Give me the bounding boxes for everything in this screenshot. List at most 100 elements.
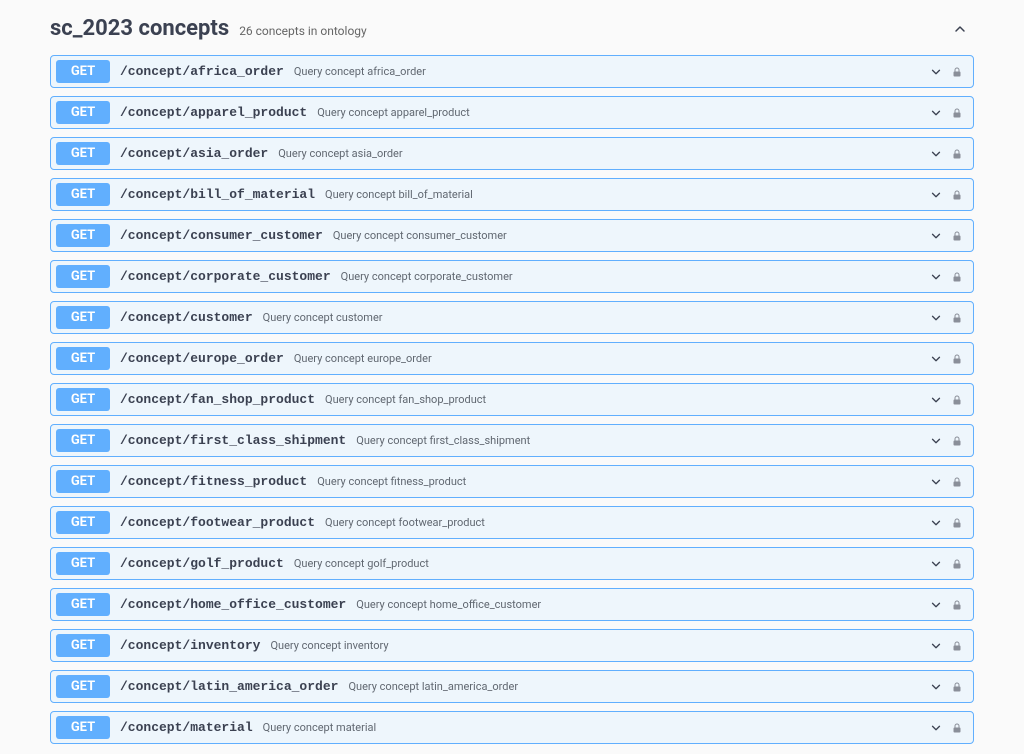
endpoint-path: /concept/bill_of_material — [120, 187, 315, 202]
method-badge: GET — [56, 183, 110, 206]
chevron-down-icon[interactable] — [929, 639, 943, 653]
endpoint-description: Query concept consumer_customer — [333, 229, 507, 242]
method-badge: GET — [56, 634, 110, 657]
chevron-down-icon[interactable] — [929, 352, 943, 366]
endpoint-row[interactable]: GET/concept/footwear_product Query concep… — [50, 506, 974, 539]
chevron-down-icon[interactable] — [929, 434, 943, 448]
endpoint-row[interactable]: GET/concept/home_office_customer Query co… — [50, 588, 974, 621]
endpoint-description: Query concept africa_order — [294, 65, 426, 78]
chevron-down-icon[interactable] — [929, 516, 943, 530]
endpoint-row[interactable]: GET/concept/consumer_customer Query conce… — [50, 219, 974, 252]
endpoint-path: /concept/golf_product — [120, 556, 284, 571]
section-title: sc_2023 concepts — [50, 16, 229, 41]
chevron-down-icon[interactable] — [929, 270, 943, 284]
lock-icon[interactable] — [951, 188, 963, 202]
endpoint-path: /concept/africa_order — [120, 64, 284, 79]
endpoint-path: /concept/material — [120, 720, 253, 735]
endpoint-path: /concept/fan_shop_product — [120, 392, 315, 407]
endpoint-path: /concept/fitness_product — [120, 474, 307, 489]
chevron-down-icon[interactable] — [929, 557, 943, 571]
endpoint-description: Query concept footwear_product — [325, 516, 485, 529]
endpoint-path: /concept/consumer_customer — [120, 228, 323, 243]
lock-icon[interactable] — [951, 516, 963, 530]
endpoint-description: Query concept latin_america_order — [348, 680, 518, 693]
method-badge: GET — [56, 60, 110, 83]
lock-icon[interactable] — [951, 557, 963, 571]
method-badge: GET — [56, 142, 110, 165]
chevron-down-icon[interactable] — [929, 475, 943, 489]
lock-icon[interactable] — [951, 229, 963, 243]
endpoint-row[interactable]: GET/concept/latin_america_order Query con… — [50, 670, 974, 703]
lock-icon[interactable] — [951, 680, 963, 694]
endpoint-row[interactable]: GET/concept/fitness_productQuery concept… — [50, 465, 974, 498]
method-badge: GET — [56, 593, 110, 616]
method-badge: GET — [56, 470, 110, 493]
chevron-down-icon[interactable] — [929, 106, 943, 120]
endpoint-description: Query concept fan_shop_product — [325, 393, 486, 406]
endpoint-row[interactable]: GET/concept/materialQuery concept materi… — [50, 711, 974, 744]
endpoint-description: Query concept bill_of_material — [325, 188, 473, 201]
endpoint-path: /concept/latin_america_order — [120, 679, 338, 694]
endpoint-row[interactable]: GET/concept/inventory Query concept inven… — [50, 629, 974, 662]
endpoint-row[interactable]: GET/concept/europe_order Query concept eu… — [50, 342, 974, 375]
chevron-down-icon[interactable] — [929, 598, 943, 612]
endpoint-row[interactable]: GET/concept/first_class_shipment Query co… — [50, 424, 974, 457]
endpoint-row[interactable]: GET/concept/corporate_customer Query conc… — [50, 260, 974, 293]
lock-icon[interactable] — [951, 106, 963, 120]
chevron-down-icon[interactable] — [929, 680, 943, 694]
endpoint-row[interactable]: GET/concept/fan_shop_product Query concep… — [50, 383, 974, 416]
lock-icon[interactable] — [951, 352, 963, 366]
endpoint-row[interactable]: GET/concept/bill_of_material Query concep… — [50, 178, 974, 211]
endpoint-description: Query concept apparel_product — [317, 106, 470, 119]
endpoint-path: /concept/europe_order — [120, 351, 284, 366]
lock-icon[interactable] — [951, 311, 963, 325]
endpoint-path: /concept/first_class_shipment — [120, 433, 346, 448]
endpoint-description: Query concept customer — [263, 311, 383, 324]
endpoint-description: Query concept first_class_shipment — [356, 434, 530, 447]
method-badge: GET — [56, 347, 110, 370]
lock-icon[interactable] — [951, 721, 963, 735]
endpoint-path: /concept/footwear_product — [120, 515, 315, 530]
chevron-down-icon[interactable] — [929, 393, 943, 407]
endpoint-row[interactable]: GET/concept/customerQuery concept custom… — [50, 301, 974, 334]
chevron-down-icon[interactable] — [929, 311, 943, 325]
lock-icon[interactable] — [951, 65, 963, 79]
chevron-down-icon[interactable] — [929, 188, 943, 202]
chevron-down-icon[interactable] — [929, 147, 943, 161]
endpoints-list: GET/concept/africa_order Query concept af… — [50, 55, 974, 744]
method-badge: GET — [56, 265, 110, 288]
method-badge: GET — [56, 552, 110, 575]
method-badge: GET — [56, 224, 110, 247]
endpoint-description: Query concept corporate_customer — [341, 270, 513, 283]
endpoint-row[interactable]: GET/concept/asia_orderQuery concept asia… — [50, 137, 974, 170]
method-badge: GET — [56, 716, 110, 739]
endpoint-row[interactable]: GET/concept/apparel_productQuery concept… — [50, 96, 974, 129]
section-header[interactable]: sc_2023 concepts 26 concepts in ontology — [50, 10, 974, 55]
method-badge: GET — [56, 388, 110, 411]
lock-icon[interactable] — [951, 270, 963, 284]
endpoint-path: /concept/corporate_customer — [120, 269, 331, 284]
endpoint-description: Query concept inventory — [270, 639, 388, 652]
lock-icon[interactable] — [951, 598, 963, 612]
endpoint-row[interactable]: GET/concept/africa_order Query concept af… — [50, 55, 974, 88]
chevron-down-icon[interactable] — [929, 721, 943, 735]
method-badge: GET — [56, 675, 110, 698]
chevron-down-icon[interactable] — [929, 229, 943, 243]
endpoint-row[interactable]: GET/concept/golf_productQuery concept go… — [50, 547, 974, 580]
chevron-down-icon[interactable] — [929, 65, 943, 79]
endpoint-path: /concept/customer — [120, 310, 253, 325]
lock-icon[interactable] — [951, 147, 963, 161]
endpoint-path: /concept/home_office_customer — [120, 597, 346, 612]
chevron-up-icon[interactable] — [952, 21, 966, 35]
endpoint-description: Query concept europe_order — [294, 352, 432, 365]
lock-icon[interactable] — [951, 434, 963, 448]
method-badge: GET — [56, 429, 110, 452]
lock-icon[interactable] — [951, 475, 963, 489]
method-badge: GET — [56, 101, 110, 124]
endpoint-description: Query concept asia_order — [278, 147, 402, 160]
endpoint-path: /concept/inventory — [120, 638, 260, 653]
method-badge: GET — [56, 511, 110, 534]
lock-icon[interactable] — [951, 393, 963, 407]
endpoint-description: Query concept home_office_customer — [356, 598, 541, 611]
lock-icon[interactable] — [951, 639, 963, 653]
